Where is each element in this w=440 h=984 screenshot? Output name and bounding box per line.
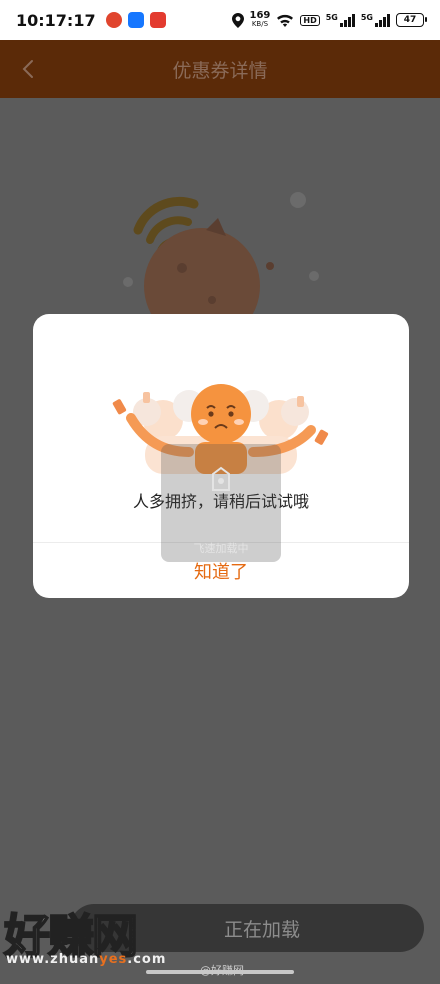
location-icon: [231, 12, 244, 28]
chevron-left-icon: [22, 60, 33, 78]
app-notification-icon: [105, 12, 122, 28]
status-bar: 10:17:17 169 KB/S HD 5G 5G 47: [0, 0, 440, 40]
watermark-url: www.zhuanyes.com: [6, 952, 166, 967]
gesture-bar[interactable]: [146, 970, 294, 974]
loading-toast: 飞速加载中: [161, 444, 281, 562]
app-notification-icon: [149, 12, 166, 28]
signal-label: 5G: [360, 13, 373, 22]
status-indicators: 169 KB/S HD 5G 5G 47: [231, 11, 427, 29]
watermark-url-highlight: yes: [99, 952, 128, 967]
watermark-url-suffix: .com: [127, 952, 167, 967]
network-speed: 169 KB/S: [250, 11, 271, 29]
status-time: 10:17:17: [16, 10, 96, 30]
loading-icon: [212, 466, 230, 491]
loading-text: 正在加载: [223, 918, 300, 941]
page-title: 优惠券详情: [172, 59, 268, 82]
alipay-icon: [127, 12, 144, 28]
toast-text: 飞速加载中: [193, 542, 249, 555]
page-header: 优惠券详情: [0, 40, 440, 98]
network-speed-value: 169: [249, 10, 271, 21]
watermark: 好赚网 www.zhuanyes.com: [3, 900, 204, 980]
watermark-url-prefix: www.zhuan: [6, 952, 100, 967]
signal-label: 5G: [325, 13, 338, 22]
status-app-icons: [105, 12, 166, 28]
hd-badge: HD: [300, 14, 320, 26]
signal-strength-2: 5G: [361, 13, 390, 27]
network-error-illustration: [123, 192, 319, 328]
battery-icon: 47: [396, 13, 427, 27]
back-button[interactable]: [8, 49, 48, 89]
network-speed-unit: KB/S: [251, 20, 269, 28]
wifi-icon: [277, 14, 294, 27]
signal-strength-1: 5G: [326, 13, 355, 27]
